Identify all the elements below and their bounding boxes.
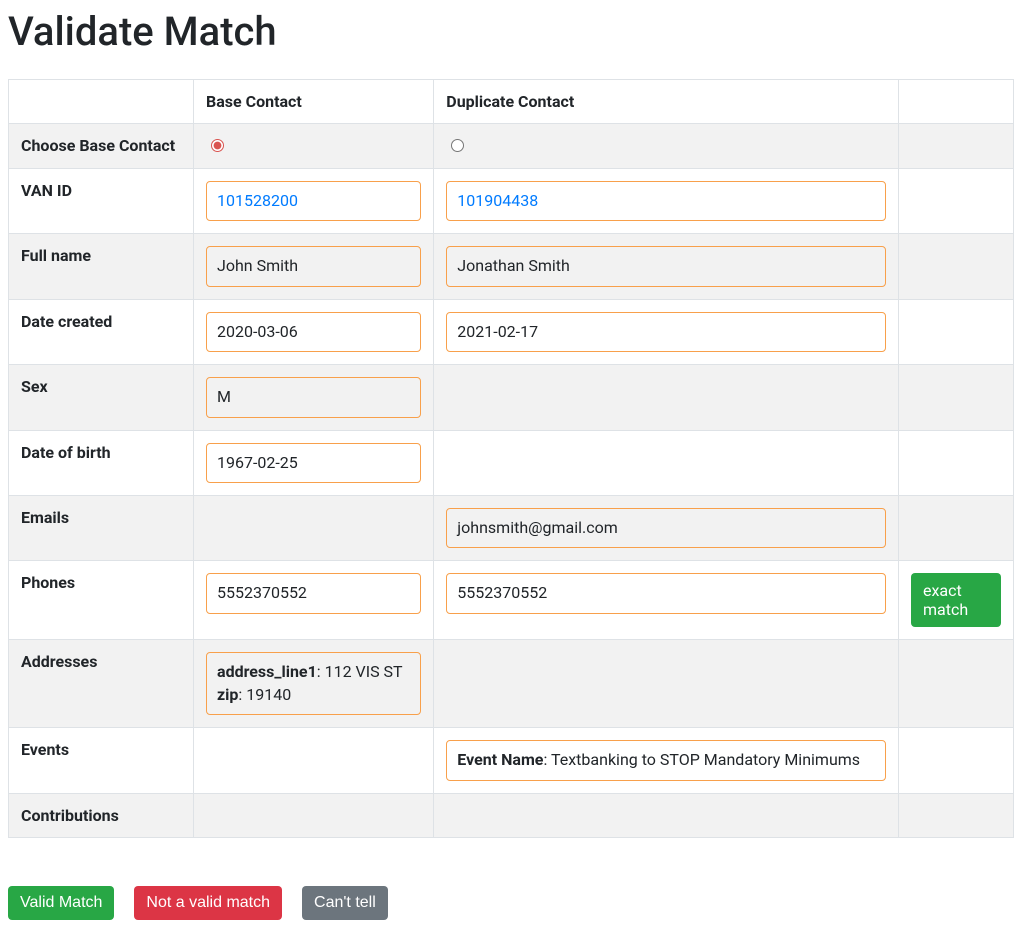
header-empty	[9, 80, 194, 124]
row-addresses: Addresses address_line1: 112 VIS ST zip:…	[9, 640, 1014, 728]
phone-dup: 5552370552	[446, 573, 886, 613]
row-phones: Phones 5552370552 5552370552 exact match	[9, 561, 1014, 640]
event-name-val: : Textbanking to STOP Mandatory Minimums	[543, 750, 860, 769]
event-dup: Event Name: Textbanking to STOP Mandator…	[446, 740, 886, 780]
row-label: Phones	[9, 561, 194, 640]
row-label: Emails	[9, 495, 194, 560]
cant-tell-button[interactable]: Can't tell	[302, 886, 388, 920]
action-buttons: Valid Match Not a valid match Can't tell	[8, 886, 1014, 920]
comparison-table: Base Contact Duplicate Contact Choose Ba…	[8, 79, 1014, 838]
address-line1-val: : 112 VIS ST	[317, 662, 403, 681]
phone-base: 5552370552	[206, 573, 421, 613]
row-label: Date created	[9, 299, 194, 364]
phone-match-badge: exact match	[911, 573, 1001, 627]
address-zip-val: : 19140	[238, 685, 291, 704]
row-label: Addresses	[9, 640, 194, 728]
row-label: Date of birth	[9, 430, 194, 495]
valid-match-button[interactable]: Valid Match	[8, 886, 114, 920]
header-duplicate: Duplicate Contact	[434, 80, 899, 124]
choose-base-radio[interactable]	[211, 139, 224, 152]
address-base: address_line1: 112 VIS ST zip: 19140	[206, 652, 421, 715]
row-choose-base: Choose Base Contact	[9, 124, 1014, 169]
sex-base: M	[206, 377, 421, 417]
row-label: VAN ID	[9, 169, 194, 234]
row-van-id: VAN ID 101528200 101904438	[9, 169, 1014, 234]
row-label: Choose Base Contact	[9, 124, 194, 169]
address-line1-key: address_line1	[217, 662, 317, 681]
row-emails: Emails johnsmith@gmail.com	[9, 495, 1014, 560]
choose-duplicate-radio[interactable]	[451, 139, 464, 152]
date-created-dup: 2021-02-17	[446, 312, 886, 352]
not-valid-match-button[interactable]: Not a valid match	[134, 886, 282, 920]
row-date-created: Date created 2020-03-06 2021-02-17	[9, 299, 1014, 364]
row-label: Sex	[9, 365, 194, 430]
row-label: Full name	[9, 234, 194, 299]
header-match	[899, 80, 1014, 124]
row-contributions: Contributions	[9, 793, 1014, 837]
address-zip-key: zip	[217, 685, 238, 704]
full-name-dup: Jonathan Smith	[446, 246, 886, 286]
row-label: Events	[9, 728, 194, 793]
header-base: Base Contact	[194, 80, 434, 124]
event-name-key: Event Name	[457, 750, 543, 769]
full-name-base: John Smith	[206, 246, 421, 286]
row-full-name: Full name John Smith Jonathan Smith	[9, 234, 1014, 299]
van-id-dup-link[interactable]: 101904438	[446, 181, 886, 221]
dob-base: 1967-02-25	[206, 443, 421, 483]
row-events: Events Event Name: Textbanking to STOP M…	[9, 728, 1014, 793]
email-dup: johnsmith@gmail.com	[446, 508, 886, 548]
row-sex: Sex M	[9, 365, 1014, 430]
row-label: Contributions	[9, 793, 194, 837]
van-id-base-link[interactable]: 101528200	[206, 181, 421, 221]
date-created-base: 2020-03-06	[206, 312, 421, 352]
page-title: Validate Match	[8, 8, 1014, 55]
row-dob: Date of birth 1967-02-25	[9, 430, 1014, 495]
